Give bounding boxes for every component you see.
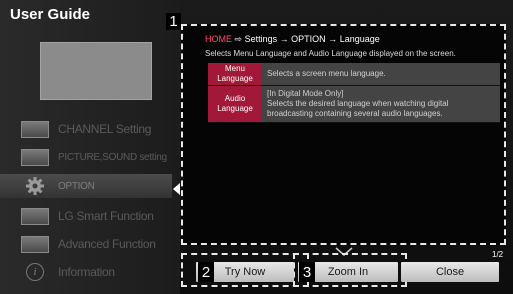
breadcrumb-language: Language bbox=[339, 34, 380, 44]
page-description: Selects Menu Language and Audio Language… bbox=[205, 49, 456, 58]
picture-sound-icon bbox=[20, 148, 50, 166]
marker-1: 1 bbox=[166, 13, 181, 30]
active-item-pointer bbox=[173, 183, 180, 195]
breadcrumb-arrow-icon: → bbox=[328, 34, 338, 44]
sidebar-item-label: LG Smart Function bbox=[58, 209, 154, 223]
settings-table: Menu Language Selects a screen menu lang… bbox=[208, 63, 500, 123]
sidebar-item-information[interactable]: i Information bbox=[8, 260, 170, 284]
breadcrumb-option: OPTION bbox=[291, 34, 326, 44]
table-row: Menu Language Selects a screen menu lang… bbox=[208, 63, 500, 86]
breadcrumb-arrow-icon: → bbox=[279, 34, 289, 44]
sidebar: User Guide CHANNEL Setting PICTURE,SOUND… bbox=[0, 0, 180, 294]
table-row: Audio Language [In Digital Mode Only] Se… bbox=[208, 86, 500, 123]
sidebar-item-label: Advanced Function bbox=[58, 237, 156, 251]
close-button[interactable]: Close bbox=[401, 262, 499, 282]
table-row-body-line: [In Digital Mode Only] bbox=[267, 89, 344, 98]
info-icon: i bbox=[20, 263, 50, 281]
tv-channel-icon bbox=[20, 120, 50, 138]
sidebar-item-label: PICTURE,SOUND setting bbox=[58, 151, 167, 163]
table-row-head: Audio Language bbox=[208, 86, 262, 122]
breadcrumb-settings: Settings bbox=[244, 34, 278, 44]
table-row-body-line: Selects the desired language when watchi… bbox=[267, 99, 449, 118]
page-indicator: 1/2 bbox=[492, 250, 504, 259]
table-row-body: [In Digital Mode Only] Selects the desir… bbox=[262, 86, 500, 122]
sidebar-item-label: OPTION bbox=[58, 180, 95, 192]
sidebar-item-label: Information bbox=[58, 265, 115, 279]
zoom-in-label: Zoom In bbox=[327, 266, 369, 278]
sidebar-item-channel-setting[interactable]: CHANNEL Setting bbox=[8, 117, 170, 141]
table-row-head: Menu Language bbox=[208, 63, 262, 85]
try-now-label: Try Now bbox=[224, 266, 266, 278]
preview-thumbnail bbox=[40, 42, 152, 100]
app-title: User Guide bbox=[10, 6, 91, 23]
smart-tv-icon bbox=[20, 207, 50, 225]
guide-content-panel[interactable]: HOME ⇨ Settings → OPTION → Language Sele… bbox=[181, 24, 506, 256]
breadcrumb-arrow-icon: ⇨ bbox=[234, 34, 243, 44]
marker-2: 2 bbox=[198, 262, 214, 282]
advanced-device-icon bbox=[20, 235, 50, 253]
sidebar-item-label: CHANNEL Setting bbox=[58, 122, 152, 136]
sidebar-item-advanced-function[interactable]: Advanced Function bbox=[8, 232, 170, 256]
sidebar-item-option[interactable]: OPTION bbox=[0, 174, 172, 198]
table-row-body: Selects a screen menu language. bbox=[262, 63, 500, 85]
close-label: Close bbox=[435, 266, 465, 278]
user-guide-screen: User Guide CHANNEL Setting PICTURE,SOUND… bbox=[0, 0, 513, 294]
sidebar-item-lg-smart-function[interactable]: LG Smart Function bbox=[8, 204, 170, 228]
sidebar-item-picture-sound-setting[interactable]: PICTURE,SOUND setting bbox=[8, 145, 170, 169]
gear-icon bbox=[20, 177, 50, 195]
marker-3: 3 bbox=[299, 262, 315, 282]
breadcrumb: HOME ⇨ Settings → OPTION → Language bbox=[205, 34, 380, 45]
breadcrumb-home: HOME bbox=[205, 34, 232, 44]
